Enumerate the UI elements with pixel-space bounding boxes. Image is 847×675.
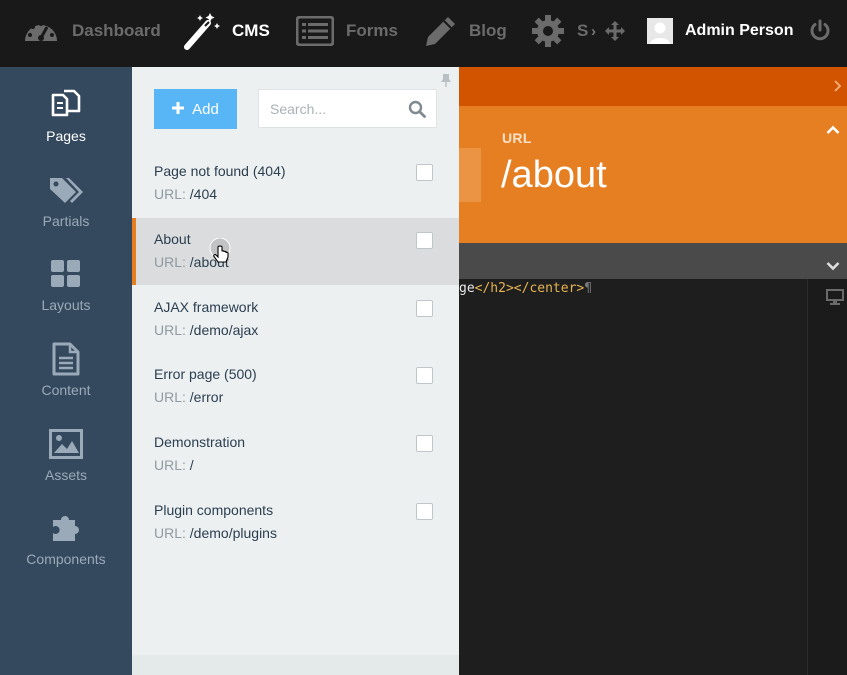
list-item[interactable]: AJAX framework URL: /demo/ajax (132, 286, 459, 353)
nav-dashboard[interactable]: Dashboard (22, 0, 161, 62)
page-checkbox[interactable] (416, 435, 433, 452)
sidebar-item-partials[interactable]: Partials (0, 173, 132, 257)
add-page-button[interactable]: Add (154, 89, 237, 129)
chevron-down-icon[interactable] (826, 258, 840, 276)
sidebar-item-label: Content (41, 382, 91, 398)
url-value: /error (189, 389, 224, 405)
avatar (647, 18, 673, 44)
page-title: Plugin components (154, 502, 274, 518)
title-field[interactable] (459, 148, 481, 202)
sidebar-item-label: Assets (44, 467, 87, 483)
pin-icon[interactable] (440, 73, 452, 92)
url-prefix: URL: (154, 525, 186, 541)
sidebar-item-assets[interactable]: Assets (0, 427, 132, 511)
editor-toolbar-strip (459, 67, 847, 106)
user-name: Admin Person (685, 22, 794, 39)
gear-icon (531, 14, 565, 48)
nav-blog-label: Blog (469, 21, 507, 40)
search-box (258, 89, 437, 128)
url-prefix: URL: (154, 186, 186, 202)
top-navigation-bar: Dashboard CMS Forms Blog S › Admin Perso… (0, 0, 847, 67)
sidebar-item-label: Pages (46, 128, 86, 144)
page-title: AJAX framework (154, 299, 259, 315)
pencil-icon (423, 13, 457, 49)
nav-forms-label: Forms (346, 21, 398, 40)
pages-icon (49, 88, 83, 122)
code-editor[interactable] (459, 279, 807, 675)
nav-settings[interactable]: S (531, 0, 588, 62)
nav-forms[interactable]: Forms (296, 0, 398, 62)
chevron-right-icon[interactable] (834, 79, 842, 97)
plus-icon (172, 101, 185, 118)
list-item[interactable]: Demonstration URL: / (132, 421, 459, 488)
url-prefix: URL: (154, 254, 186, 270)
list-item[interactable]: Error page (500) URL: /error (132, 353, 459, 420)
page-checkbox[interactable] (416, 232, 433, 249)
monitor-icon[interactable] (826, 289, 844, 310)
user-menu[interactable]: Admin Person (647, 17, 793, 45)
power-icon[interactable] (808, 19, 832, 48)
page-checkbox[interactable] (416, 300, 433, 317)
url-field-value[interactable]: /about (501, 154, 607, 197)
list-icon (296, 16, 334, 46)
page-url: URL: /error (154, 389, 223, 405)
code-pilcrow: ¶ (584, 281, 593, 296)
code-line: ge</h2></center>¶ (459, 281, 592, 296)
url-value: /demo/plugins (189, 525, 277, 541)
puzzle-icon (50, 511, 82, 545)
page-title: About (154, 231, 191, 247)
nav-cms-label: CMS (232, 21, 270, 40)
sidebar-item-label: Components (26, 551, 106, 567)
page-url: URL: / (154, 457, 194, 473)
sidebar-item-layouts[interactable]: Layouts (0, 257, 132, 341)
page-url: URL: /demo/ajax (154, 322, 258, 338)
url-value: / (189, 457, 194, 473)
url-value: /404 (189, 186, 218, 202)
page-url: URL: /demo/plugins (154, 525, 277, 541)
url-prefix: URL: (154, 389, 186, 405)
add-page-button-label: Add (192, 100, 219, 118)
magic-wand-icon (184, 11, 220, 51)
list-item[interactable]: Page not found (404) URL: /404 (132, 150, 459, 217)
page-checkbox[interactable] (416, 503, 433, 520)
nav-blog[interactable]: Blog (423, 0, 507, 62)
list-item[interactable]: Plugin components URL: /demo/plugins (132, 489, 459, 556)
search-icon[interactable] (408, 100, 426, 123)
layouts-grid-icon (50, 257, 82, 291)
list-item[interactable]: About URL: /about (132, 218, 459, 285)
move-arrows-icon[interactable] (605, 21, 625, 46)
url-prefix: URL: (154, 322, 186, 338)
image-icon (49, 427, 83, 461)
code-tag: </h2></center> (474, 281, 585, 296)
url-value: /demo/ajax (189, 322, 259, 338)
page-url: URL: /404 (154, 186, 217, 202)
code-text: ge (459, 281, 475, 296)
dashboard-icon (22, 14, 60, 48)
nav-settings-label: S (577, 21, 589, 40)
panel-footer (132, 655, 459, 675)
page-checkbox[interactable] (416, 164, 433, 181)
url-field-label: URL (502, 130, 532, 146)
hand-cursor-icon (209, 237, 233, 268)
search-input[interactable] (259, 90, 399, 127)
sidebar-item-label: Layouts (41, 297, 91, 313)
chevron-up-icon[interactable] (826, 122, 840, 140)
nav-overflow-separator: › (591, 23, 596, 40)
sidebar-item-pages[interactable]: Pages (0, 88, 132, 172)
page-title: Error page (500) (154, 366, 257, 382)
sidebar-item-components[interactable]: Components (0, 511, 132, 595)
editor-side-toolbar (807, 279, 847, 675)
nav-cms[interactable]: CMS (184, 0, 270, 62)
page-title: Page not found (404) (154, 163, 286, 179)
sidebar-item-content[interactable]: Content (0, 342, 132, 426)
nav-dashboard-label: Dashboard (72, 21, 161, 40)
tags-icon (48, 173, 84, 207)
url-prefix: URL: (154, 457, 186, 473)
sidebar-item-label: Partials (42, 213, 90, 229)
document-icon (52, 342, 80, 376)
editor-tabs-bar (459, 243, 847, 279)
page-title: Demonstration (154, 434, 246, 450)
page-checkbox[interactable] (416, 367, 433, 384)
